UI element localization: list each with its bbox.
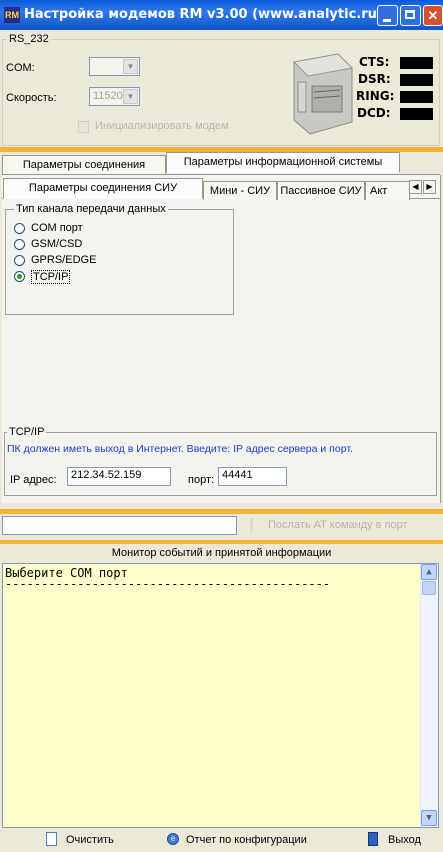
chevron-down-icon[interactable]: ▼ (123, 59, 138, 74)
scroll-down-button[interactable]: ▼ (421, 810, 437, 826)
arrow-right-icon: ▶ (426, 182, 433, 191)
document-icon (46, 832, 57, 846)
minimize-button[interactable] (377, 5, 398, 26)
ip-address-label: IP адрес: (10, 474, 57, 486)
minimize-icon (383, 19, 391, 22)
rs232-legend: RS_232 (9, 33, 49, 45)
maximize-icon (405, 10, 415, 19)
port-label: порт: (188, 474, 215, 486)
title-bar[interactable]: RM Настройка модемов RM v3.00 (www.analy… (0, 0, 443, 30)
dcd-label: DCD: (357, 106, 391, 120)
cts-indicator (400, 57, 433, 69)
radio-gsm-csd[interactable] (14, 239, 25, 250)
send-icon (250, 518, 253, 532)
radio-com-port-label[interactable]: COM порт (31, 222, 83, 234)
config-report-label: Отчет по конфигурации (186, 834, 307, 846)
com-select[interactable]: ▼ (89, 57, 140, 76)
arrow-left-icon: ◀ (412, 182, 419, 191)
radio-tcp-ip-label[interactable]: TCP/IP (31, 270, 71, 284)
cts-label: CTS: (359, 55, 390, 69)
exit-door-icon (368, 832, 378, 846)
tab-active-siu[interactable]: Акт (365, 181, 410, 200)
chevron-down-icon: ▼ (426, 813, 432, 823)
separator-bar-3 (0, 540, 443, 544)
scroll-thumb[interactable] (422, 581, 436, 595)
monitor-title: Монитор событий и принятой информации (111, 547, 332, 559)
radio-gprs-edge-label[interactable]: GPRS/EDGE (31, 254, 96, 266)
scroll-up-button[interactable]: ▲ (421, 564, 437, 580)
maximize-button[interactable] (400, 5, 421, 26)
com-label: COM: (6, 62, 35, 74)
modem-small-icon (78, 121, 89, 133)
tcpip-hint: ПК должен иметь выход в Интернет. Введит… (7, 443, 353, 455)
radio-gsm-csd-label[interactable]: GSM/CSD (31, 238, 82, 250)
clear-label: Очистить (66, 834, 114, 846)
channel-type-legend: Тип канала передачи данных (16, 203, 166, 215)
modem-image (286, 52, 354, 136)
dsr-indicator (400, 74, 433, 86)
app-icon: RM (4, 7, 20, 23)
monitor-log[interactable]: Выберите COM порт ----------------------… (2, 563, 439, 828)
tab-siu-connection-params[interactable]: Параметры соединения СИУ (3, 178, 203, 199)
tab-scroll-left-button[interactable]: ◀ (409, 180, 422, 194)
monitor-scrollbar[interactable]: ▲ ▼ (420, 564, 438, 827)
tab-info-system-params[interactable]: Параметры информационной системы (166, 152, 400, 173)
radio-gprs-edge[interactable] (14, 255, 25, 266)
window-title: Настройка модемов RM v3.00 (www.analytic… (24, 7, 383, 22)
chevron-down-icon[interactable]: ▼ (123, 89, 138, 104)
chevron-up-icon: ▲ (426, 567, 432, 577)
speed-select[interactable]: 115200 ▼ (89, 87, 140, 106)
tab-passive-siu[interactable]: Пассивное СИУ (277, 181, 365, 200)
close-button[interactable]: ✕ (423, 5, 443, 26)
exit-label: Выход (388, 834, 421, 846)
at-command-input[interactable] (2, 516, 237, 535)
tab-active-siu-label: Акт (370, 185, 388, 197)
app-window: RM Настройка модемов RM v3.00 (www.analy… (0, 0, 443, 852)
speed-label: Скорость: (6, 92, 57, 104)
port-field[interactable]: 44441 (218, 467, 287, 486)
ring-label: RING: (356, 89, 395, 103)
dsr-label: DSR: (358, 72, 391, 86)
send-at-command-button[interactable]: Послать АТ команду в порт (250, 516, 443, 536)
send-at-command-label: Послать АТ команду в порт (268, 519, 408, 531)
separator-bar-2 (0, 509, 443, 514)
tab-scroll-right-button[interactable]: ▶ (423, 180, 436, 194)
radio-com-port[interactable] (14, 223, 25, 234)
tcpip-legend: TCP/IP (9, 426, 45, 438)
init-modem-label: Инициализировать модем (95, 120, 229, 132)
tab-mini-siu[interactable]: Мини - СИУ (203, 181, 277, 200)
radio-tcp-ip[interactable] (14, 271, 25, 282)
dcd-indicator (400, 108, 433, 120)
report-icon: e (167, 833, 179, 845)
ring-indicator (400, 91, 433, 103)
ip-address-field[interactable]: 212.34.52.159 (67, 467, 171, 486)
init-modem-button[interactable]: Инициализировать модем (78, 118, 248, 136)
tab-connection-params[interactable]: Параметры соединения (2, 155, 166, 174)
close-icon: ✕ (427, 8, 439, 23)
log-line: ----------------------------------------… (5, 577, 331, 591)
